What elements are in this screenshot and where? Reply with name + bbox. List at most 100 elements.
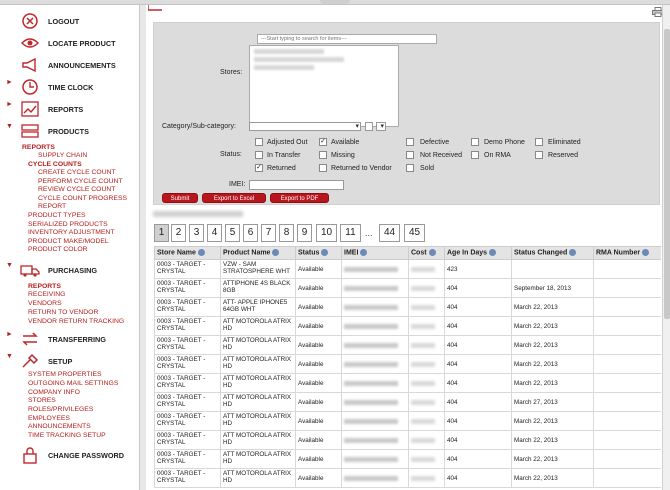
page-10-button[interactable]: 10 [316, 224, 337, 242]
column-header[interactable]: Product Name [220, 246, 296, 260]
status-reserved-checkbox[interactable] [535, 151, 543, 159]
nav-time-clock[interactable]: ► TIME CLOCK [0, 78, 139, 96]
create-cycle-count-link[interactable]: CREATE CYCLE COUNT [38, 169, 116, 177]
scrollbar-thumb[interactable] [664, 29, 670, 319]
sort-icon[interactable] [272, 249, 280, 257]
table-row[interactable]: 0003 - TARGET - CRYSTAL ATT MOTOROLA ATRI… [154, 354, 661, 374]
status-sold-checkbox[interactable] [406, 164, 414, 172]
category-select[interactable] [249, 122, 361, 131]
column-header[interactable]: RMA Number [593, 246, 661, 260]
store-option[interactable] [254, 49, 324, 54]
page-2-button[interactable]: 2 [171, 224, 186, 242]
nav-reports[interactable]: ► REPORTS [0, 100, 139, 118]
receiving-link[interactable]: RECEIVING [28, 291, 65, 299]
item-search-input[interactable] [257, 34, 437, 44]
page-44-button[interactable]: 44 [379, 224, 400, 242]
serialized-products-link[interactable]: SERIALIZED PRODUCTS [28, 221, 108, 229]
nav-products[interactable]: ▼ PRODUCTS [0, 122, 139, 140]
subcategory-dropdown[interactable] [376, 122, 386, 131]
review-cycle-count-link[interactable]: REVIEW CYCLE COUNT [38, 186, 115, 194]
table-row[interactable]: 0003 - TARGET - CRYSTAL ATT MOTOROLA ATRI… [154, 373, 661, 393]
table-row[interactable]: 0003 - TARGET - CRYSTAL ATT MOTOROLA ATRI… [154, 392, 661, 412]
store-option[interactable] [254, 57, 344, 62]
status-defective-checkbox[interactable] [406, 138, 414, 146]
sort-icon[interactable] [428, 249, 436, 257]
status-available-checkbox[interactable]: ✓ [319, 138, 327, 146]
table-row[interactable]: 0003 - TARGET - CRYSTAL ATTIPHONE 4S BLAC… [154, 278, 661, 298]
cycle-counts-link[interactable]: CYCLE COUNTS [28, 161, 82, 169]
page-8-button[interactable]: 8 [279, 224, 294, 242]
return-to-vendor-link[interactable]: RETURN TO VENDOR [28, 309, 98, 317]
page-11-button[interactable]: 11 [340, 224, 361, 242]
product-make-model-link[interactable]: PRODUCT MAKE/MODEL [28, 238, 109, 246]
table-row[interactable]: 0003 - TARGET - CRYSTAL ATT MOTOROLA ATRI… [154, 411, 661, 431]
column-header[interactable]: Cost [408, 246, 445, 260]
sort-icon[interactable] [642, 249, 650, 257]
store-option[interactable] [254, 65, 314, 70]
inventory-adjustment-link[interactable]: INVENTORY ADJUSTMENT [28, 229, 115, 237]
status-in-transfer-checkbox[interactable] [255, 151, 263, 159]
cycle-count-progress-link[interactable]: CYCLE COUNT PROGRESS [38, 195, 127, 203]
status-adjusted-out-checkbox[interactable] [255, 138, 263, 146]
nav-logout[interactable]: LOGOUT [0, 12, 139, 30]
collapse-arrow-icon[interactable]: ▼ [6, 123, 13, 130]
page-5-button[interactable]: 5 [225, 224, 240, 242]
nav-locate-product[interactable]: LOCATE PRODUCT [0, 34, 139, 52]
products-reports-link[interactable]: REPORTS [22, 144, 55, 152]
export-excel-button[interactable]: Export to Excel [202, 193, 266, 203]
imei-input[interactable] [249, 180, 344, 190]
column-header[interactable]: Age In Days [444, 246, 512, 260]
status-eliminated-checkbox[interactable] [535, 138, 543, 146]
page-4-button[interactable]: 4 [207, 224, 222, 242]
sort-icon[interactable] [321, 249, 329, 257]
expand-arrow-icon[interactable]: ► [6, 79, 13, 86]
time-tracking-setup-link[interactable]: TIME TRACKING SETUP [28, 432, 106, 440]
status-not-received-checkbox[interactable] [406, 151, 414, 159]
collapse-arrow-icon[interactable]: ▼ [6, 353, 13, 360]
table-row[interactable]: 0003 - TARGET - CRYSTAL ATT MOTOROLA ATRI… [154, 335, 661, 355]
column-header[interactable]: Status Changed [511, 246, 594, 260]
column-header[interactable]: Status [295, 246, 342, 260]
vertical-scrollbar[interactable] [662, 5, 670, 490]
employees-link[interactable]: EMPLOYEES [28, 415, 70, 423]
cycle-count-report-link[interactable]: REPORT [38, 203, 66, 211]
sort-icon[interactable] [569, 249, 577, 257]
subcategory-select[interactable] [365, 122, 373, 131]
setup-announcements-link[interactable]: ANNOUNCEMENTS [28, 423, 91, 431]
column-header[interactable]: IMEI [341, 246, 409, 260]
status-returned-checkbox[interactable]: ✓ [255, 164, 263, 172]
export-pdf-button[interactable]: Export to PDF [270, 193, 329, 203]
page-9-button[interactable]: 9 [297, 224, 312, 242]
status-returned-to-vendor-checkbox[interactable] [319, 164, 327, 172]
page-1-button[interactable]: 1 [154, 224, 169, 242]
status-on-rma-checkbox[interactable] [471, 151, 479, 159]
table-row[interactable]: 0003 - TARGET - CRYSTAL ATT- APPLE IPHONE… [154, 297, 661, 317]
column-header[interactable]: Store Name [154, 246, 221, 260]
nav-announcements[interactable]: ANNOUNCEMENTS [0, 56, 139, 74]
page-6-button[interactable]: 6 [243, 224, 258, 242]
company-info-link[interactable]: COMPANY INFO [28, 389, 80, 397]
outgoing-mail-settings-link[interactable]: OUTGOING MAIL SETTINGS [28, 380, 118, 388]
expand-arrow-icon[interactable]: ► [6, 101, 13, 108]
system-properties-link[interactable]: SYSTEM PROPERTIES [28, 371, 102, 379]
nav-change-password[interactable]: CHANGE PASSWORD [0, 446, 139, 464]
expand-arrow-icon[interactable]: ► [6, 331, 13, 338]
vendor-return-tracking-link[interactable]: VENDOR RETURN TRACKING [28, 318, 124, 326]
status-missing-checkbox[interactable] [319, 151, 327, 159]
collapse-grip[interactable] [320, 0, 350, 4]
sort-icon[interactable] [489, 249, 497, 257]
table-row[interactable]: 0003 - TARGET - CRYSTAL VZW - SAM STRATOS… [154, 259, 661, 279]
vendors-link[interactable]: VENDORS [28, 300, 62, 308]
purchasing-reports-link[interactable]: REPORTS [28, 283, 61, 291]
supply-chain-link[interactable]: SUPPLY CHAIN [38, 152, 87, 160]
page-7-button[interactable]: 7 [261, 224, 276, 242]
submit-button[interactable]: Submit [162, 193, 198, 203]
stores-link[interactable]: STORES [28, 397, 56, 405]
nav-transferring[interactable]: ► TRANSFERRING [0, 330, 139, 348]
sort-icon[interactable] [360, 249, 368, 257]
product-types-link[interactable]: PRODUCT TYPES [28, 212, 86, 220]
status-demo-phone-checkbox[interactable] [471, 138, 479, 146]
sort-icon[interactable] [197, 249, 205, 257]
page-3-button[interactable]: 3 [189, 224, 204, 242]
nav-purchasing[interactable]: ▼ PURCHASING [0, 261, 139, 279]
